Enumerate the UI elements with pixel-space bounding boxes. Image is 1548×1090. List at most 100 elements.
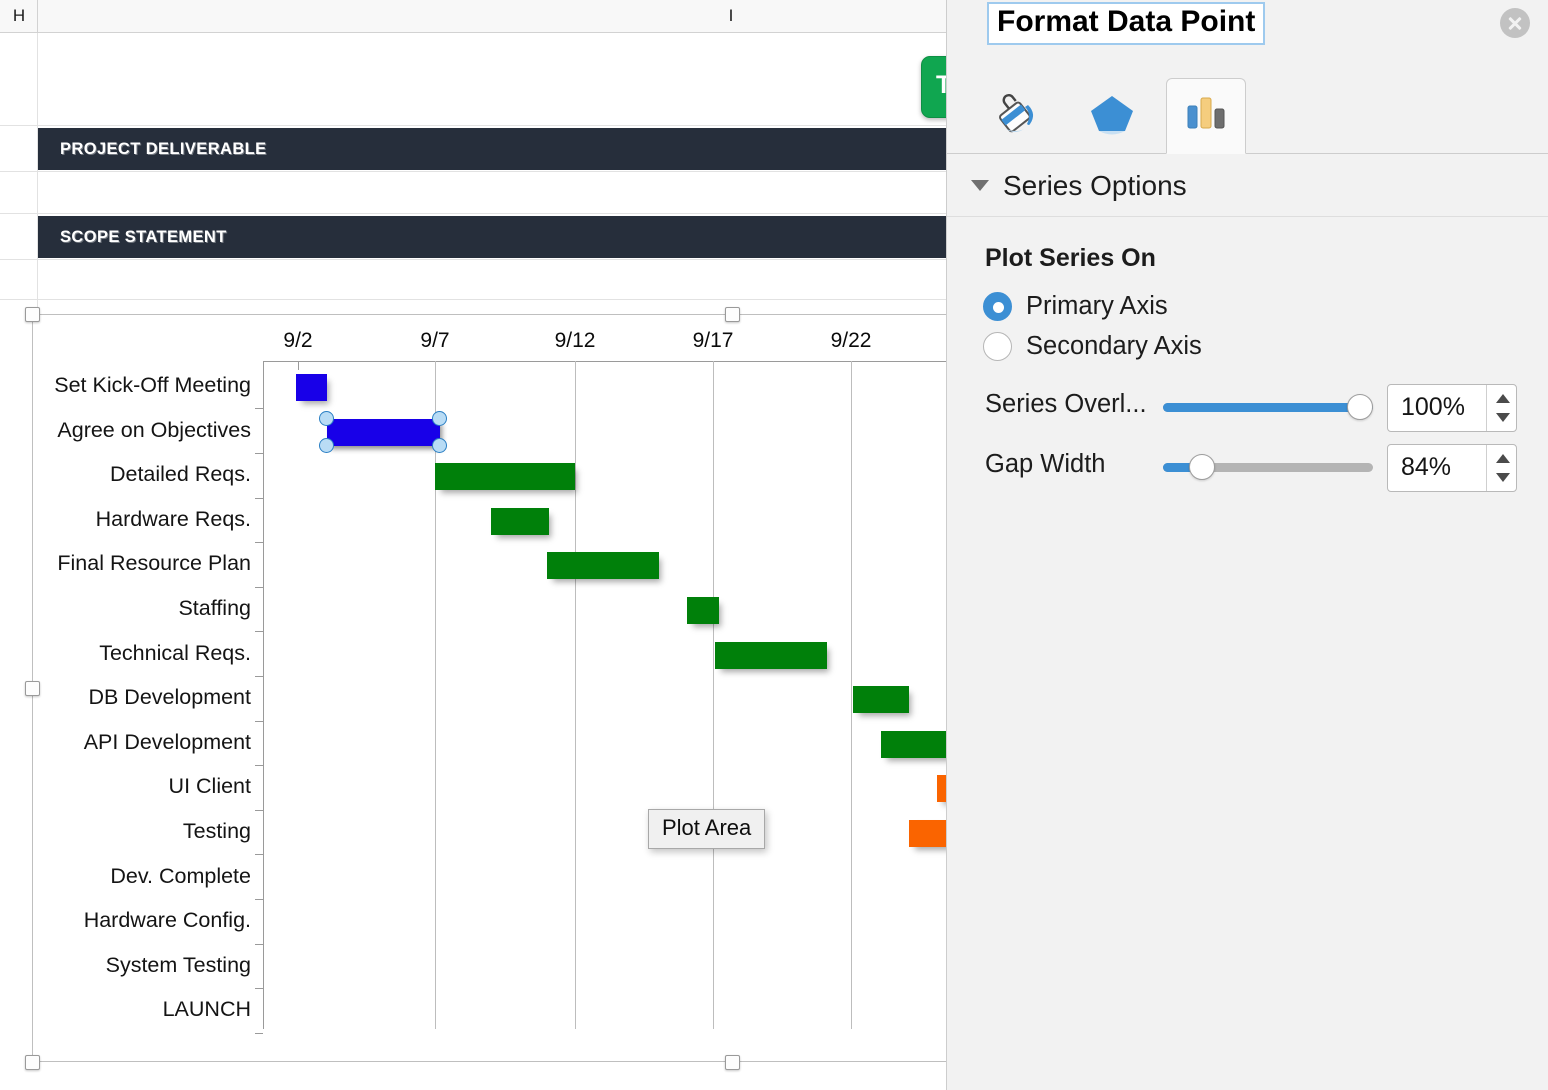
grid-line-horizontal: [0, 299, 946, 300]
green-action-button-label: T: [936, 71, 946, 100]
category-label: Staffing: [31, 596, 251, 621]
gantt-bar[interactable]: [491, 508, 549, 535]
x-axis-tick-label: 9/12: [555, 329, 596, 353]
chart-gridline: [575, 361, 576, 1029]
y-axis-tick: [255, 988, 263, 989]
gantt-bar-selected[interactable]: [327, 419, 440, 446]
grid-line-horizontal: [0, 125, 946, 126]
chart-gridline: [435, 361, 436, 1029]
series-options-section-header[interactable]: Series Options: [947, 155, 1548, 217]
chart-gridline: [713, 361, 714, 1029]
chart-resize-handle-bottom-center[interactable]: [725, 1055, 740, 1070]
category-label: Agree on Objectives: [31, 418, 251, 443]
chart-gridline: [851, 361, 852, 1029]
y-axis-line: [263, 361, 264, 1029]
y-axis-tick: [255, 676, 263, 677]
data-point-selection-handle[interactable]: [432, 438, 447, 453]
chart-resize-handle-top-center[interactable]: [725, 307, 740, 322]
data-point-selection-handle[interactable]: [432, 411, 447, 426]
radio-primary-axis-label: Primary Axis: [1026, 292, 1168, 321]
gantt-bar[interactable]: [547, 552, 659, 579]
project-deliverable-band: PROJECT DELIVERABLE: [38, 128, 946, 170]
category-label: Technical Reqs.: [31, 641, 251, 666]
chart-resize-handle-left-middle[interactable]: [25, 681, 40, 696]
radio-primary-axis-indicator[interactable]: [983, 292, 1012, 321]
scope-statement-label: SCOPE STATEMENT: [38, 228, 227, 247]
y-axis-tick: [255, 765, 263, 766]
radio-secondary-axis-indicator[interactable]: [983, 332, 1012, 361]
series-overlap-slider-track[interactable]: [1163, 403, 1373, 412]
category-label: LAUNCH: [31, 997, 251, 1022]
y-axis-tick: [255, 854, 263, 855]
y-axis-tick: [255, 408, 263, 409]
y-axis-tick: [255, 498, 263, 499]
category-label: Hardware Config.: [31, 908, 251, 933]
format-data-point-panel[interactable]: Format Data Point: [946, 0, 1548, 1090]
gantt-bar[interactable]: [687, 597, 719, 624]
category-label: DB Development: [31, 685, 251, 710]
x-axis-tick-label: 9/7: [420, 329, 449, 353]
y-axis-tick: [255, 810, 263, 811]
data-point-selection-handle[interactable]: [319, 411, 334, 426]
panel-title: Format Data Point: [987, 2, 1265, 45]
category-label: UI Client: [31, 774, 251, 799]
grid-line-horizontal: [0, 213, 946, 214]
gantt-bar[interactable]: [296, 374, 327, 401]
plot-series-on-label: Plot Series On: [985, 244, 1156, 273]
series-overlap-spinner[interactable]: 100%: [1387, 384, 1517, 432]
category-label: Hardware Reqs.: [31, 507, 251, 532]
gap-width-spinner[interactable]: 84%: [1387, 444, 1517, 492]
gantt-bar[interactable]: [715, 642, 827, 669]
project-deliverable-label: PROJECT DELIVERABLE: [38, 140, 267, 159]
plot-area-tooltip: Plot Area: [648, 809, 765, 849]
x-axis-tick-label: 9/22: [831, 329, 872, 353]
y-axis-tick: [255, 944, 263, 945]
chevron-down-icon[interactable]: [971, 180, 989, 191]
pentagon-effects-icon: [1087, 91, 1137, 142]
gantt-bar[interactable]: [853, 686, 909, 713]
panel-tab-bar[interactable]: [947, 78, 1548, 154]
stepper-down-icon[interactable]: [1496, 473, 1510, 482]
tab-effects[interactable]: [1072, 78, 1152, 154]
category-label: Final Resource Plan: [31, 551, 251, 576]
plot-area[interactable]: 9/29/79/129/179/229 Set Kick-Off Meeting…: [263, 361, 1043, 1029]
close-icon[interactable]: [1500, 8, 1530, 38]
gantt-bar[interactable]: [435, 463, 575, 490]
radio-secondary-axis[interactable]: Secondary Axis: [983, 332, 1202, 361]
series-overlap-slider-fill: [1163, 403, 1373, 412]
gantt-chart-object[interactable]: 9/29/79/129/179/229 Set Kick-Off Meeting…: [32, 314, 1052, 1062]
gap-width-row[interactable]: Gap Width 84%: [947, 440, 1548, 492]
data-point-selection-handle[interactable]: [319, 438, 334, 453]
chart-resize-handle-bottom-left[interactable]: [25, 1055, 40, 1070]
chart-resize-handle-top-left[interactable]: [25, 307, 40, 322]
gap-width-stepper[interactable]: [1486, 445, 1516, 491]
x-axis-tick-label: 9/2: [283, 329, 312, 353]
gap-width-label: Gap Width: [985, 450, 1105, 479]
series-overlap-slider-knob[interactable]: [1347, 394, 1373, 420]
y-axis-tick: [255, 631, 263, 632]
x-axis-line: [263, 361, 1043, 362]
grid-line-horizontal: [0, 259, 946, 260]
series-overlap-row[interactable]: Series Overl... 100%: [947, 380, 1548, 432]
tab-fill-and-line[interactable]: [977, 78, 1057, 154]
category-label: Detailed Reqs.: [31, 462, 251, 487]
category-label: Testing: [31, 819, 251, 844]
green-action-button[interactable]: T: [921, 56, 946, 118]
category-label: Set Kick-Off Meeting: [31, 373, 251, 398]
category-label: API Development: [31, 730, 251, 755]
stepper-up-icon[interactable]: [1496, 454, 1510, 463]
series-overlap-stepper[interactable]: [1486, 385, 1516, 431]
category-label: System Testing: [31, 953, 251, 978]
series-options-label: Series Options: [1003, 170, 1187, 202]
gap-width-slider-knob[interactable]: [1189, 454, 1215, 480]
y-axis-tick: [255, 587, 263, 588]
column-header-i[interactable]: I: [38, 0, 946, 32]
gap-width-value: 84%: [1401, 453, 1451, 482]
radio-primary-axis[interactable]: Primary Axis: [983, 292, 1168, 321]
tab-series-options[interactable]: [1166, 78, 1246, 154]
column-header-h[interactable]: H: [0, 0, 38, 32]
stepper-up-icon[interactable]: [1496, 394, 1510, 403]
y-axis-tick: [255, 542, 263, 543]
gap-width-slider-track[interactable]: [1163, 463, 1373, 472]
stepper-down-icon[interactable]: [1496, 413, 1510, 422]
